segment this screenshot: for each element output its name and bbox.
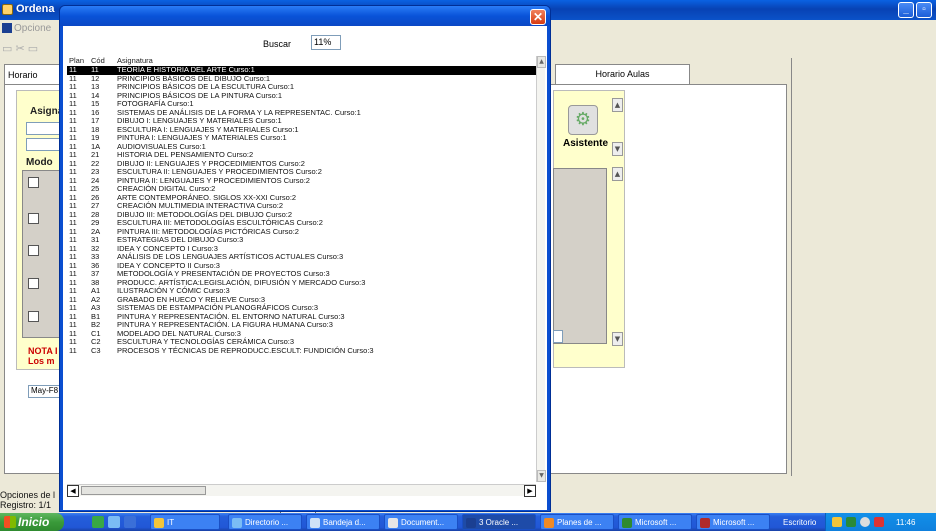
- scroll-thumb[interactable]: [81, 486, 206, 495]
- scroll-down-icon[interactable]: ▼: [612, 142, 623, 156]
- menu-icon: [2, 23, 12, 33]
- scroll-left-icon[interactable]: ◀: [67, 485, 79, 497]
- clock: 11:46: [896, 518, 916, 527]
- buscar-label: Buscar: [263, 39, 292, 49]
- toolbar-icons[interactable]: ▭ ✂ ▭: [2, 43, 38, 55]
- column-cod: Cód: [91, 56, 105, 65]
- document-icon: [388, 518, 398, 528]
- nota-detail-label: Los m: [28, 356, 55, 366]
- windows-logo-icon: [4, 516, 16, 528]
- start-button[interactable]: Inicio: [0, 513, 64, 531]
- asignatura-field-1[interactable]: [26, 122, 60, 135]
- taskbar-button[interactable]: 3 Oracle ...: [462, 514, 536, 530]
- taskbar-button-label: Microsoft ...: [713, 518, 755, 527]
- scroll-down-icon[interactable]: ▼: [537, 470, 546, 482]
- status-registro: Registro: 1/1: [0, 500, 52, 510]
- mail-icon: [310, 518, 320, 528]
- taskbar-button[interactable]: Directorio ...: [228, 514, 302, 530]
- list-item[interactable]: 11 C3 PROCESOS Y TÉCNICAS DE REPRODUCC.ESC…: [67, 345, 537, 356]
- cell-plan: 11: [69, 345, 77, 355]
- taskbar-button-label: IT: [167, 518, 175, 527]
- excel-icon: [622, 518, 632, 528]
- cell-asignatura: PROCESOS Y TÉCNICAS DE REPRODUCC.ESCULT:…: [117, 345, 374, 355]
- search-dialog: ✕ Buscar 11% Plan Cód Asignatura 11 11 TEO…: [59, 5, 551, 512]
- firefox-icon: [544, 518, 554, 528]
- search-input[interactable]: 11%: [311, 35, 341, 50]
- gear-icon[interactable]: ⚙: [568, 105, 598, 135]
- taskbar-button[interactable]: Microsoft ...: [696, 514, 770, 530]
- tab-horario-aulas[interactable]: Horario Aulas: [555, 64, 690, 84]
- asistente-label: Asistente: [563, 138, 609, 149]
- taskbar-button-label: Planes de ...: [557, 518, 602, 527]
- scroll-down-icon[interactable]: ▼: [612, 332, 623, 346]
- nota-label: NOTA I: [28, 346, 58, 356]
- maximize-button[interactable]: ▫: [916, 2, 932, 18]
- taskbar-button-label: 3 Oracle ...: [479, 518, 519, 527]
- taskbar-button[interactable]: Microsoft ...: [618, 514, 692, 530]
- asignatura-field-2[interactable]: [26, 138, 60, 151]
- escritorio-toolbar[interactable]: Escritorio: [783, 518, 816, 527]
- menu-opciones[interactable]: Opcione: [14, 23, 51, 34]
- tray-icon[interactable]: [846, 517, 856, 527]
- cell-cod: C3: [91, 345, 101, 355]
- taskbar-button[interactable]: Planes de ...: [540, 514, 614, 530]
- minimize-button[interactable]: _: [898, 2, 914, 18]
- oracle-icon: [466, 518, 476, 528]
- status-bar: Opciones de l Registro: 1/1: [0, 490, 55, 510]
- taskbar-button[interactable]: Bandeja d...: [306, 514, 380, 530]
- modo-label: Modo: [26, 157, 53, 168]
- taskbar: Inicio IT Directorio ... Bandeja d... Docum…: [0, 513, 936, 531]
- dialog-body: Buscar 11% Plan Cód Asignatura 11 11 TEORÍ…: [63, 26, 547, 510]
- checkbox[interactable]: [28, 278, 39, 289]
- scroll-up-icon[interactable]: ▲: [537, 56, 546, 68]
- app-title: Ordena: [16, 3, 55, 15]
- taskbar-button[interactable]: IT: [150, 514, 220, 530]
- taskbar-button[interactable]: Document...: [384, 514, 458, 530]
- checkbox[interactable]: [28, 177, 39, 188]
- start-label: Inicio: [18, 515, 50, 529]
- checkbox[interactable]: [28, 245, 39, 256]
- may-combo[interactable]: May-F8: [28, 385, 60, 398]
- taskbar-button-label: Document...: [401, 518, 445, 527]
- tray-icon[interactable]: [860, 517, 870, 527]
- taskbar-button-label: Directorio ...: [245, 518, 289, 527]
- scroll-right-icon[interactable]: ▶: [524, 485, 536, 497]
- status-opciones: Opciones de l: [0, 490, 56, 500]
- dialog-titlebar[interactable]: ✕: [60, 6, 550, 26]
- asignatura-list[interactable]: Plan Cód Asignatura 11 11 TEORÍA E HISTORI…: [66, 56, 546, 506]
- app-icon: [2, 4, 13, 15]
- list-header: Plan Cód Asignatura: [67, 56, 537, 66]
- checkbox[interactable]: [28, 213, 39, 224]
- access-icon: [700, 518, 710, 528]
- ie-icon: [232, 518, 242, 528]
- list-rows: 11 11 TEORÍA E HISTORIA DEL ARTE Curso:1 11…: [67, 66, 537, 484]
- ie-icon[interactable]: [108, 516, 120, 528]
- small-field[interactable]: [553, 330, 563, 343]
- close-icon[interactable]: ✕: [530, 9, 546, 25]
- asistente-list: [553, 168, 607, 344]
- horizontal-scrollbar[interactable]: ◀ ▶: [67, 484, 536, 497]
- tray-icon[interactable]: [832, 517, 842, 527]
- folder-icon: [154, 518, 164, 528]
- right-pane: [792, 58, 936, 476]
- system-tray: 11:46: [825, 513, 936, 531]
- taskbar-button-label: Microsoft ...: [635, 518, 677, 527]
- quicklaunch-icon[interactable]: [92, 516, 104, 528]
- scroll-up-icon[interactable]: ▲: [612, 167, 623, 181]
- tab-horario[interactable]: Horario: [4, 64, 60, 84]
- checkbox[interactable]: [28, 311, 39, 322]
- scroll-up-icon[interactable]: ▲: [612, 98, 623, 112]
- quicklaunch-icon[interactable]: [124, 516, 136, 528]
- taskbar-button-label: Bandeja d...: [323, 518, 366, 527]
- column-asignatura: Asignatura: [117, 56, 153, 65]
- tray-icon[interactable]: [874, 517, 884, 527]
- column-plan: Plan: [69, 56, 85, 65]
- vertical-scrollbar[interactable]: ▲ ▼: [536, 56, 546, 482]
